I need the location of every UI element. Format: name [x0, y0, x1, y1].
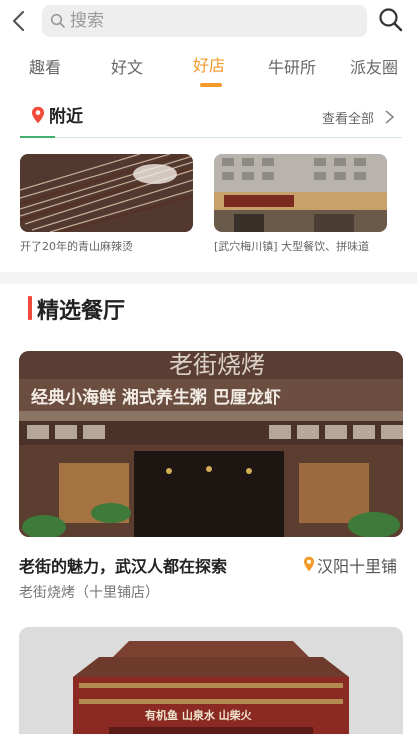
section-accent-bar: [28, 296, 32, 320]
nearby-item-image[interactable]: [214, 154, 387, 232]
building-sign: 有机鱼 山泉水 山柴火: [145, 708, 253, 722]
restaurant-title[interactable]: 老街的魅力，武汉人都在探索: [19, 553, 227, 577]
restaurant-location: 汉阳十里铺: [317, 557, 398, 576]
building-photo: [214, 154, 387, 232]
restaurant-image[interactable]: 老街烧烤 经典小海鲜 湘式养生粥 巴厘龙虾: [19, 351, 403, 537]
restaurant-image[interactable]: 有机鱼 山泉水 山柴火: [19, 627, 403, 734]
active-tab-indicator: [200, 83, 222, 87]
featured-section-title: 精选餐厅: [37, 299, 126, 324]
restaurant-building-photo: 有机鱼 山泉水 山柴火: [19, 627, 403, 734]
search-icon: [50, 13, 65, 28]
tab-qukan[interactable]: 趣看: [29, 54, 61, 78]
top-bar: [0, 0, 417, 44]
tab-haowen[interactable]: 好文: [111, 54, 143, 78]
nearby-item-image[interactable]: [20, 154, 193, 232]
search-input[interactable]: [70, 5, 360, 37]
nearby-item-caption[interactable]: [武穴梅川镇] 大型餐饮、拼味道: [214, 238, 389, 254]
search-icon[interactable]: [377, 6, 405, 34]
storefront-sign-top: 老街烧烤: [169, 351, 265, 379]
tab-haodian[interactable]: 好店: [193, 52, 225, 76]
search-bar[interactable]: [42, 5, 367, 37]
chevron-left-icon[interactable]: [8, 9, 32, 33]
tab-paiyouquan[interactable]: 派友圈: [350, 54, 398, 78]
nearby-divider: [20, 137, 402, 138]
location-pin-icon: [32, 106, 44, 124]
skewers-photo: [20, 154, 193, 232]
section-gap: [0, 272, 417, 284]
tab-niuyansuo[interactable]: 牛研所: [268, 54, 316, 78]
nearby-item-caption[interactable]: 开了20年的青山麻辣烫: [20, 238, 195, 254]
storefront-sign-banner: 经典小海鲜 湘式养生粥 巴厘龙虾: [31, 387, 281, 408]
chevron-right-icon[interactable]: [383, 110, 395, 124]
restaurant-subtitle: 老街烧烤（十里铺店）: [19, 585, 159, 601]
nearby-divider-accent: [20, 136, 55, 138]
location-pin-icon: [304, 556, 314, 572]
nearby-title: 附近: [49, 107, 83, 127]
see-all-link[interactable]: 查看全部: [322, 108, 374, 127]
restaurant-storefront-photo: 老街烧烤 经典小海鲜 湘式养生粥 巴厘龙虾: [19, 351, 403, 537]
